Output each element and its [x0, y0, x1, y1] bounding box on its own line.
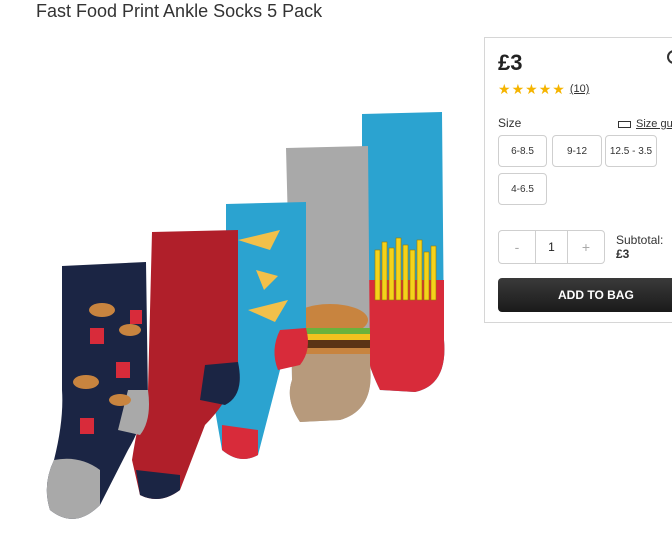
size-label: Size — [498, 116, 522, 130]
add-to-bag-button[interactable]: ADD TO BAG — [498, 278, 672, 312]
rating[interactable]: ★ ★ ★ ★ ★ (10) — [498, 82, 589, 96]
size-guide-label: Size gu — [636, 118, 672, 130]
sock-red — [132, 230, 240, 499]
ruler-icon — [618, 120, 631, 128]
subtotal-amount: £3 — [616, 247, 630, 261]
size-option[interactable]: 6-8.5 — [498, 135, 547, 167]
plus-icon[interactable]: + — [568, 231, 604, 263]
star-icon: ★ — [538, 81, 552, 97]
purchase-panel: £3 ★ ★ ★ ★ ★ (10) Size Size gu 6-8.5 9-1… — [484, 37, 672, 323]
product-image[interactable] — [30, 100, 470, 530]
price: £3 — [498, 50, 523, 75]
size-option[interactable]: 9-12 — [552, 135, 602, 167]
quantity-stepper: - 1 + — [498, 230, 605, 264]
product-title: Fast Food Print Ankle Socks 5 Pack — [36, 1, 323, 21]
subtotal: Subtotal: £3 — [616, 233, 663, 261]
size-option[interactable]: 12.5 - 3.5 — [605, 135, 657, 167]
review-count-link[interactable]: (10) — [570, 83, 590, 95]
sock-fries — [362, 112, 445, 392]
subtotal-label: Subtotal: — [616, 233, 664, 247]
size-option[interactable]: 4-6.5 — [498, 173, 547, 205]
sock-navy — [46, 262, 149, 519]
quantity-input[interactable]: 1 — [535, 231, 568, 263]
star-icon: ★ — [552, 81, 565, 97]
info-icon[interactable] — [667, 50, 672, 64]
star-icon: ★ — [511, 81, 525, 97]
socks-illustration — [46, 112, 445, 519]
star-icon: ★ — [498, 81, 511, 97]
minus-icon[interactable]: - — [499, 231, 535, 263]
star-icon: ★ — [525, 81, 538, 97]
size-guide-link[interactable]: Size gu — [618, 118, 672, 130]
